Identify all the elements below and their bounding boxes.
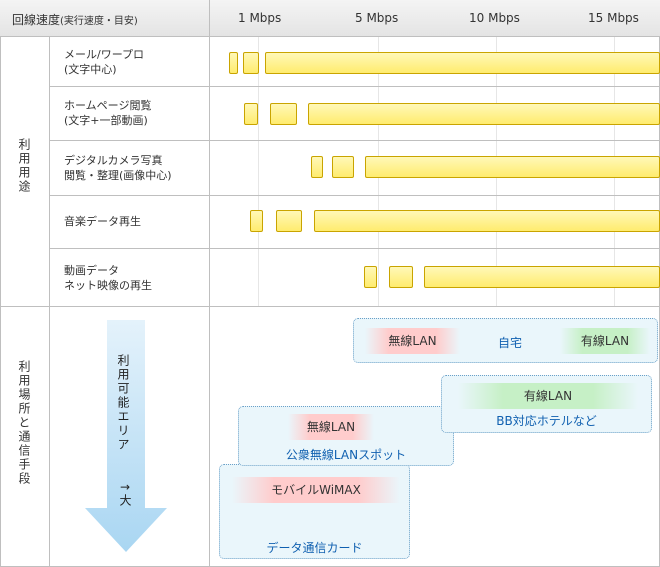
speed-bar-web-2 bbox=[270, 103, 297, 125]
tick-label-15mbps: 15 Mbps bbox=[588, 11, 639, 25]
zone-mobile-place: データ通信カード bbox=[266, 541, 363, 555]
row-divider bbox=[50, 248, 660, 249]
zone-hotel-place: BB対応ホテルなど bbox=[496, 414, 597, 428]
row-divider bbox=[50, 86, 660, 87]
zone-mobile-name: モバイルWiMAX bbox=[232, 477, 400, 503]
usage-section-label: 利用用途 bbox=[17, 138, 31, 194]
speed-bar-video-3 bbox=[424, 266, 660, 288]
zone-hotspot-wireless: 無線LAN bbox=[288, 414, 374, 440]
speed-bar-web-1 bbox=[244, 103, 258, 125]
area-arrow-suffix-text: →大 bbox=[118, 480, 132, 506]
area-arrow-label: 利用可能エリア bbox=[115, 354, 132, 452]
speed-bar-music-3 bbox=[314, 210, 660, 232]
header-title-main: 回線速度 bbox=[12, 13, 61, 27]
speed-bar-photo-2 bbox=[332, 156, 354, 178]
speed-bar-mail-1 bbox=[229, 52, 238, 74]
header-title-sub: (実行速度・目安) bbox=[60, 16, 138, 27]
usage-row-label-mail: メール/ワープロ (文字中心) bbox=[64, 48, 145, 76]
usage-row-label-photo: デジタルカメラ写真 閲覧・整理(画像中心) bbox=[64, 154, 172, 182]
speed-bar-music-1 bbox=[250, 210, 263, 232]
zone-home-place: 自宅 bbox=[497, 336, 522, 350]
tick-label-5mbps: 5 Mbps bbox=[355, 11, 399, 25]
speed-bar-mail-2 bbox=[243, 52, 259, 74]
location-section-label: 利用場所と通信手段 bbox=[17, 360, 31, 486]
section-divider bbox=[0, 306, 660, 307]
grid-line-1mbps bbox=[258, 37, 259, 306]
speed-bar-web-3 bbox=[308, 103, 660, 125]
zone-home-wireless: 無線LAN bbox=[365, 328, 460, 354]
speed-bar-photo-1 bbox=[311, 156, 323, 178]
zone-hotspot-place: 公衆無線LANスポット bbox=[285, 448, 407, 462]
speed-bar-photo-3 bbox=[365, 156, 660, 178]
row-divider bbox=[50, 140, 660, 141]
area-arrow-label-text: 利用可能エリア bbox=[116, 354, 130, 452]
tick-label-10mbps: 10 Mbps bbox=[469, 11, 520, 25]
row-divider bbox=[50, 195, 660, 196]
usage-row-label-video: 動画データ ネット映像の再生 bbox=[64, 264, 152, 292]
tick-label-1mbps: 1 Mbps bbox=[238, 11, 282, 25]
speed-bar-video-2 bbox=[389, 266, 413, 288]
speed-bar-mail-3 bbox=[265, 52, 660, 74]
speed-bar-music-2 bbox=[276, 210, 302, 232]
usage-row-label-music: 音楽データ再生 bbox=[64, 215, 141, 228]
area-arrow-suffix: →大 bbox=[118, 480, 132, 506]
zone-hotel-wired: 有線LAN bbox=[458, 383, 638, 409]
header-title: 回線速度(実行速度・目安) bbox=[12, 11, 138, 28]
zone-home-wired: 有線LAN bbox=[560, 328, 650, 354]
speed-bar-video-1 bbox=[364, 266, 377, 288]
usage-row-label-web: ホームページ閲覧 (文字+一部動画) bbox=[64, 99, 152, 127]
